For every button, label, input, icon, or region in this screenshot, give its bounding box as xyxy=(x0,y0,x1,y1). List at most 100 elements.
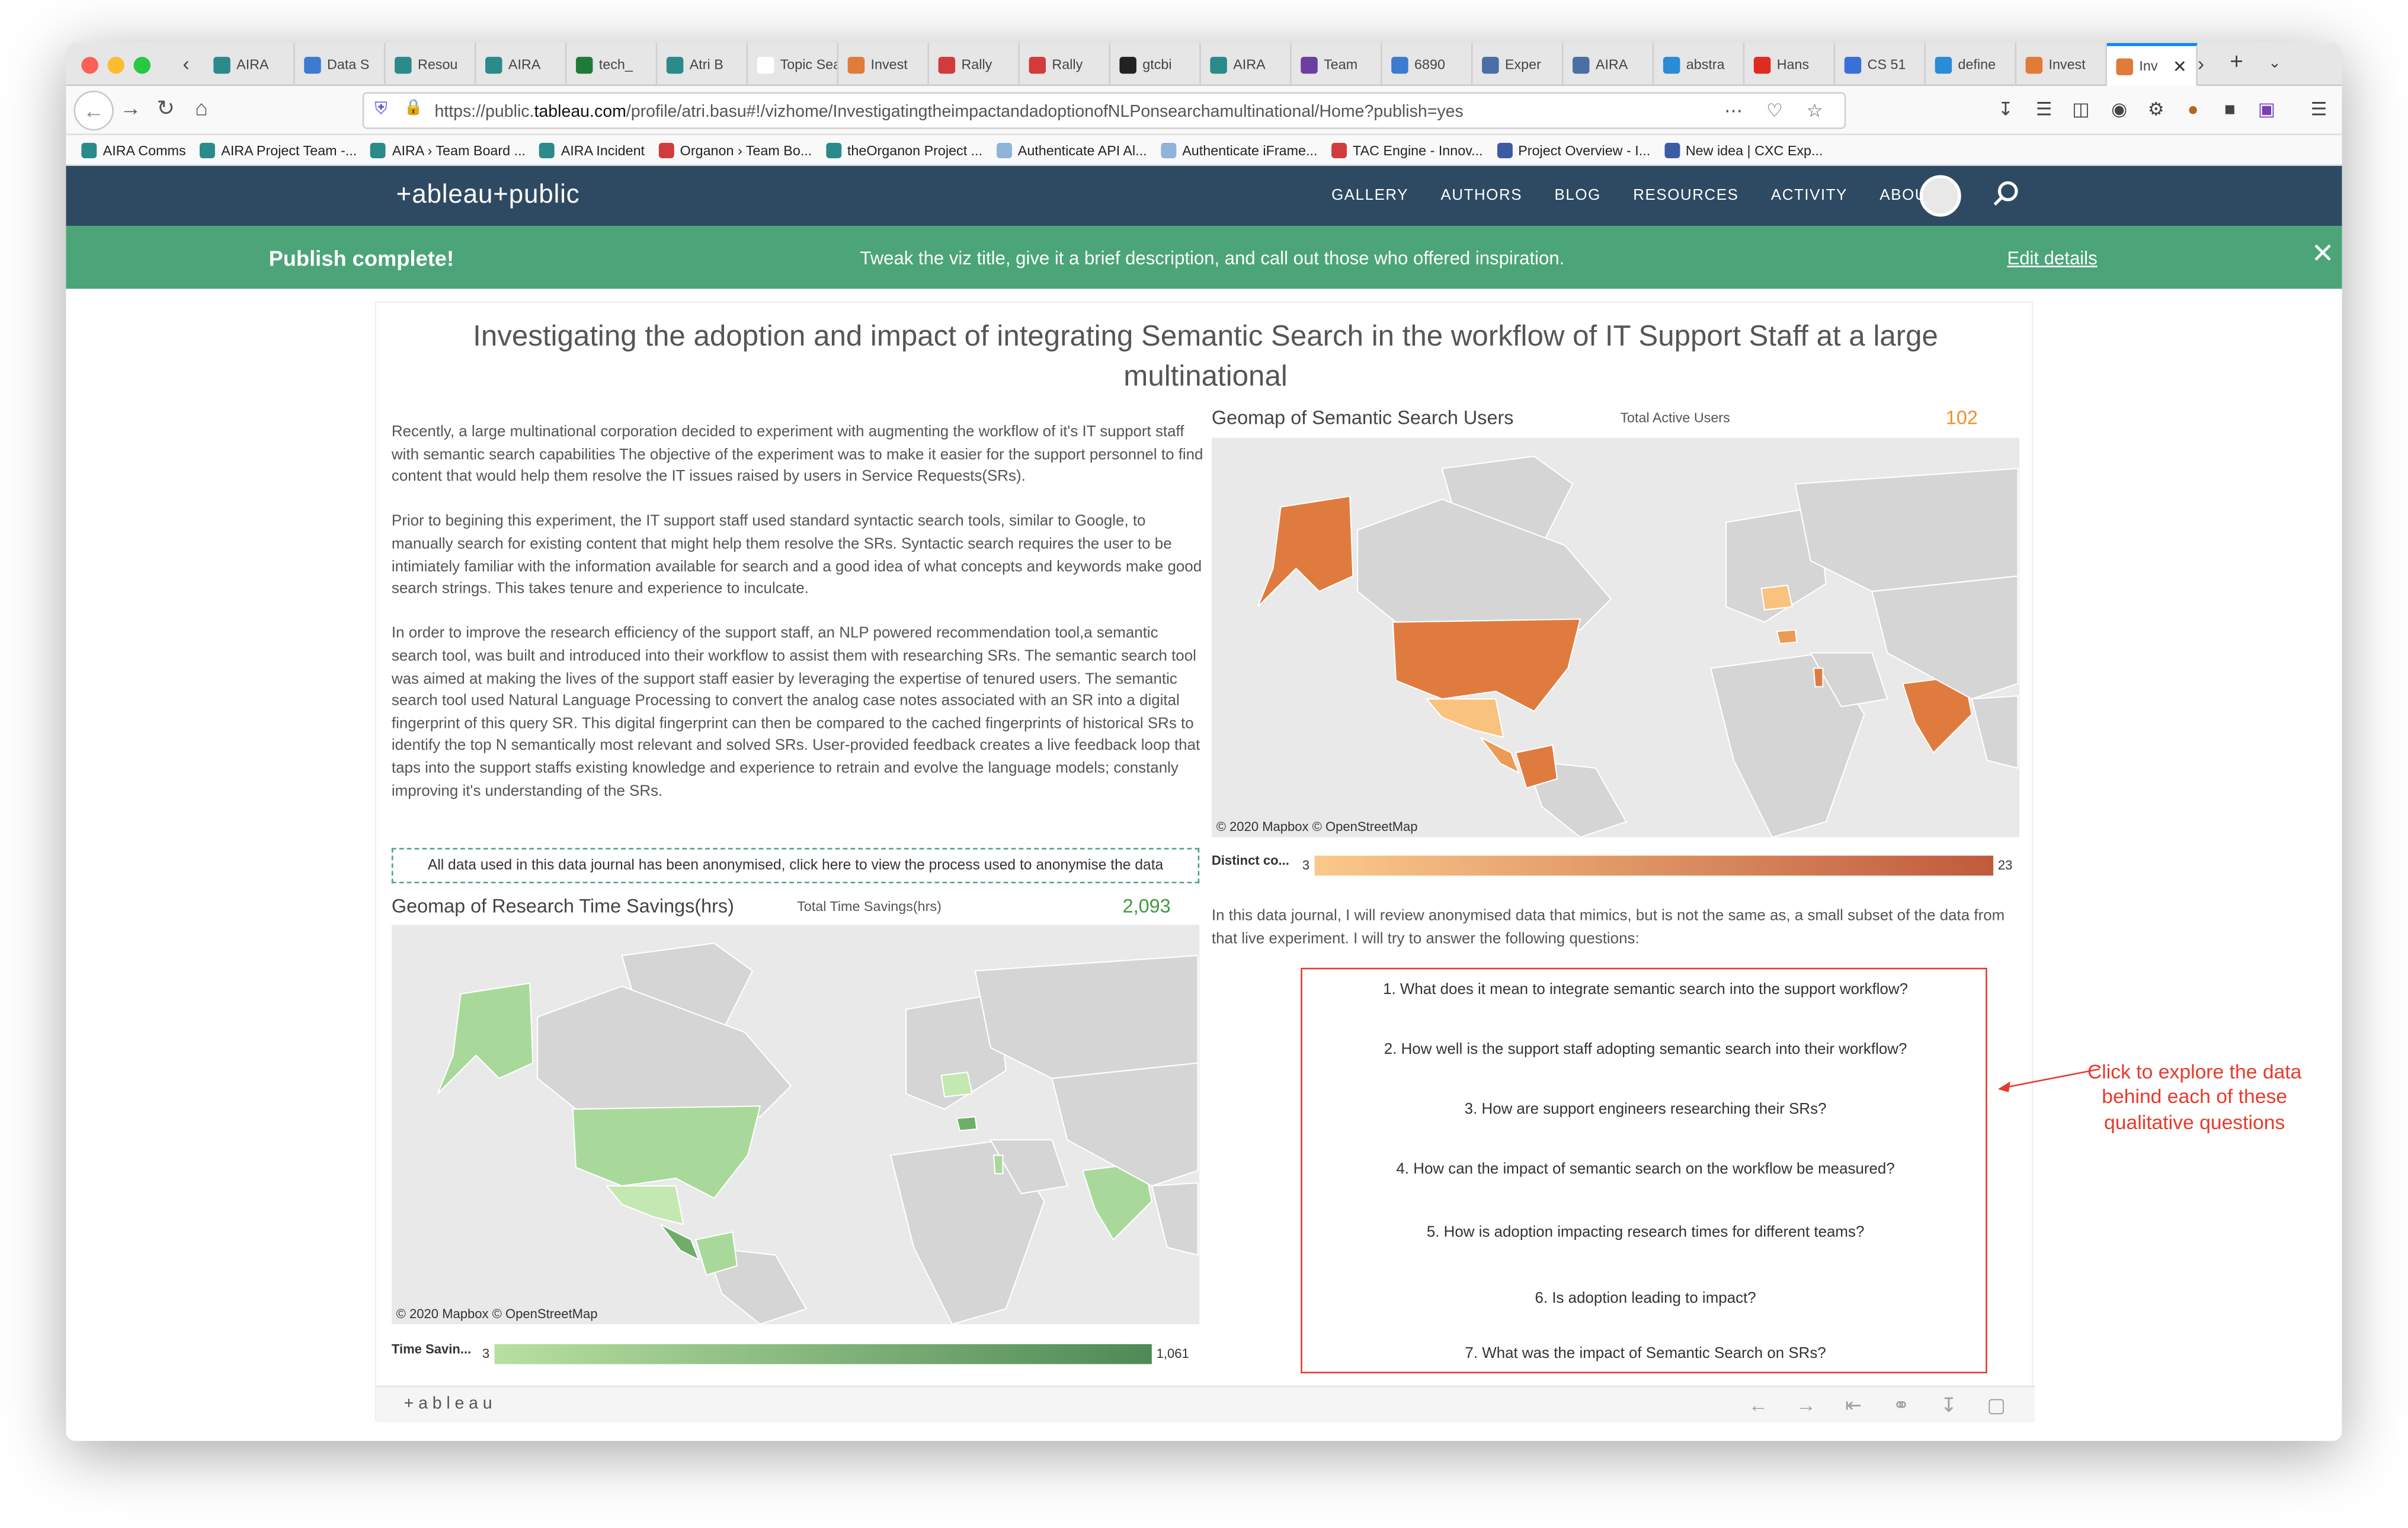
address-bar[interactable]: ⛨ 🔒 https://public.tableau.com/profile/a… xyxy=(362,92,1846,129)
edit-details-link[interactable]: Edit details xyxy=(2007,247,2097,268)
browser-tab[interactable]: Hans xyxy=(1744,43,1836,87)
tableau-logo[interactable]: +ableau xyxy=(404,1395,497,1413)
tab-extension-icon[interactable]: ■ xyxy=(2219,98,2240,120)
browser-tab[interactable]: Topic Sear xyxy=(748,43,839,87)
bookmark-item[interactable]: TAC Engine - Innov... xyxy=(1331,142,1483,158)
extension-icon[interactable]: ⚙ xyxy=(2146,98,2167,120)
browser-tab[interactable]: Rally xyxy=(929,43,1020,87)
alaska-shape[interactable] xyxy=(1257,495,1354,608)
nav-item-blog[interactable]: BLOG xyxy=(1555,187,1601,204)
question-link-4[interactable]: 4. How can the impact of semantic search… xyxy=(1302,1161,1989,1178)
savings-geomap[interactable]: © 2020 Mapbox © OpenStreetMap xyxy=(391,925,1200,1325)
share-icon[interactable]: ⚭ xyxy=(1884,1393,1918,1418)
question-link-6[interactable]: 6. Is adoption leading to impact? xyxy=(1302,1290,1989,1308)
bookmark-item[interactable]: AIRA Comms xyxy=(81,142,186,158)
browser-tab[interactable]: gtcbi xyxy=(1110,43,1201,87)
bookmark-item[interactable]: Authenticate iFrame... xyxy=(1160,142,1317,158)
nav-item-authors[interactable]: AUTHORS xyxy=(1441,187,1523,204)
bookmark-item[interactable]: Authenticate API Al... xyxy=(996,142,1147,158)
new-tab-button[interactable]: + xyxy=(2230,49,2243,75)
bookmark-item[interactable]: AIRA Project Team -... xyxy=(199,142,357,158)
tab-close-icon[interactable]: ✕ xyxy=(2173,56,2187,76)
central-america-shape[interactable] xyxy=(1480,737,1520,774)
avatar[interactable] xyxy=(1919,175,1961,217)
close-window-button[interactable] xyxy=(81,56,98,74)
browser-tab[interactable]: Data S xyxy=(295,43,386,87)
search-icon[interactable] xyxy=(1997,181,2018,202)
tabs-scroll-right-icon[interactable]: › xyxy=(2198,52,2204,75)
tab-list-dropdown-icon[interactable]: ⌄ xyxy=(2268,55,2281,72)
close-icon[interactable]: ✕ xyxy=(2311,238,2335,270)
question-link-7[interactable]: 7. What was the impact of Semantic Searc… xyxy=(1302,1345,1989,1363)
mexico-shape[interactable] xyxy=(1425,698,1504,739)
revert-icon[interactable]: ⇤ xyxy=(1837,1393,1871,1418)
browser-tab[interactable]: AIRA xyxy=(476,43,567,87)
bookmark-item[interactable]: New idea | CXC Exp... xyxy=(1664,142,1823,158)
browser-tab[interactable]: AIRA xyxy=(204,43,295,87)
question-link-5[interactable]: 5. How is adoption impacting research ti… xyxy=(1302,1225,1989,1242)
browser-tab[interactable]: Rally xyxy=(1020,43,1110,87)
monkey-extension-icon[interactable]: ● xyxy=(2182,98,2204,120)
forward-button[interactable]: → xyxy=(120,95,141,120)
israel-shape[interactable] xyxy=(992,1154,1004,1175)
anonymisation-link[interactable]: All data used in this data journal has b… xyxy=(391,848,1200,884)
downloads-icon[interactable]: ↧ xyxy=(1995,98,2016,120)
browser-tab[interactable]: Inv ✕ xyxy=(2106,43,2198,87)
bookmark-item[interactable]: AIRA › Team Board ... xyxy=(370,142,526,158)
nav-item-gallery[interactable]: GALLERY xyxy=(1331,187,1408,204)
tabs-scroll-left-icon[interactable]: ‹ xyxy=(182,52,189,75)
onenote-extension-icon[interactable]: ▣ xyxy=(2256,98,2277,120)
redo-icon[interactable]: → xyxy=(1789,1393,1823,1418)
usa-shape[interactable] xyxy=(572,1105,761,1199)
home-button[interactable]: ⌂ xyxy=(195,95,208,120)
users-geomap[interactable]: © 2020 Mapbox © OpenStreetMap xyxy=(1211,437,2020,837)
browser-tab[interactable]: abstra xyxy=(1654,43,1745,87)
browser-tab[interactable]: Invest xyxy=(838,43,930,87)
browser-tab[interactable]: tech_ xyxy=(566,43,658,87)
bookmark-item[interactable]: theOrganon Project ... xyxy=(825,142,982,158)
hungary-shape[interactable] xyxy=(956,1116,978,1131)
lock-icon[interactable]: 🔒 xyxy=(404,100,423,117)
question-link-1[interactable]: 1. What does it mean to integrate semant… xyxy=(1302,982,1989,999)
browser-tab[interactable]: AIRA xyxy=(1201,43,1292,87)
browser-tab[interactable]: Invest xyxy=(2016,43,2107,87)
mexico-shape[interactable] xyxy=(605,1185,684,1226)
browser-tab[interactable]: AIRA xyxy=(1563,43,1654,87)
site-logo[interactable]: +ableau+public xyxy=(396,180,580,210)
question-link-2[interactable]: 2. How well is the support staff adoptin… xyxy=(1302,1041,1989,1059)
reload-button[interactable]: ↻ xyxy=(156,95,174,122)
shield-icon[interactable]: ⛨ xyxy=(374,100,387,120)
israel-shape[interactable] xyxy=(1813,667,1824,688)
question-link-3[interactable]: 3. How are support engineers researching… xyxy=(1302,1101,1989,1118)
browser-tab[interactable]: 6890 xyxy=(1382,43,1473,87)
browser-tab[interactable]: define xyxy=(1926,43,2017,87)
bookmark-item[interactable]: AIRA Incident xyxy=(539,142,645,158)
browser-tab[interactable]: Atri B xyxy=(657,43,748,87)
browser-tab[interactable]: Exper xyxy=(1473,43,1564,87)
poland-shape[interactable] xyxy=(1760,584,1793,611)
poland-shape[interactable] xyxy=(940,1071,973,1098)
browser-tab[interactable]: CS 51 xyxy=(1835,43,1926,87)
hamburger-menu-icon[interactable]: ☰ xyxy=(2308,98,2329,120)
minimize-window-button[interactable] xyxy=(107,56,124,74)
bookmark-item[interactable]: Project Overview - I... xyxy=(1496,142,1650,158)
library-icon[interactable]: ☰ xyxy=(2034,98,2055,120)
hungary-shape[interactable] xyxy=(1776,629,1798,645)
alaska-shape[interactable] xyxy=(437,982,534,1095)
usa-shape[interactable] xyxy=(1392,618,1581,712)
download-icon[interactable]: ↧ xyxy=(1932,1393,1965,1418)
page-actions[interactable]: ⋯ ♡ ☆ xyxy=(1724,100,1832,121)
sidebar-icon[interactable]: ◫ xyxy=(2070,98,2092,120)
nav-item-activity[interactable]: ACTIVITY xyxy=(1771,187,1847,204)
fullscreen-icon[interactable]: ▢ xyxy=(1980,1393,2013,1418)
browser-tab[interactable]: Resou xyxy=(386,43,476,87)
central-america-shape[interactable] xyxy=(659,1223,700,1261)
account-icon[interactable]: ◉ xyxy=(2109,98,2130,120)
tab-favicon-icon xyxy=(938,56,956,73)
nav-item-resources[interactable]: RESOURCES xyxy=(1633,187,1738,204)
maximize-window-button[interactable] xyxy=(133,56,150,74)
browser-tab[interactable]: Team xyxy=(1292,43,1382,87)
bookmark-item[interactable]: Organon › Team Bo... xyxy=(658,142,812,158)
undo-icon[interactable]: ← xyxy=(1741,1393,1775,1418)
back-button[interactable]: ← xyxy=(73,90,114,131)
